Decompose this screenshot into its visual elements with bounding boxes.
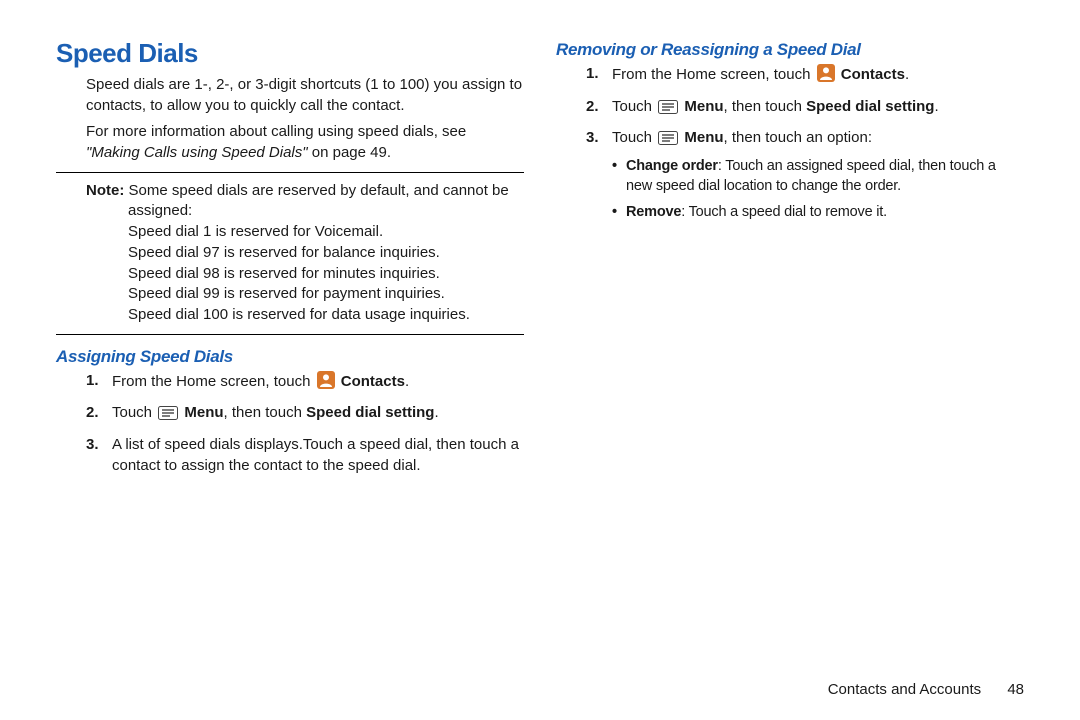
step-text: From the Home screen, touch: [612, 66, 815, 83]
footer-section: Contacts and Accounts: [828, 681, 981, 698]
two-column-layout: Speed Dials Speed dials are 1-, 2-, or 3…: [56, 38, 1024, 484]
contacts-icon: [817, 64, 835, 89]
step-item: Touch Menu, then touch Speed dial settin…: [86, 403, 524, 427]
menu-label: Menu: [184, 404, 223, 421]
bullet-text: : Touch a speed dial to remove it.: [681, 204, 887, 220]
intro-paragraph: Speed dials are 1-, 2-, or 3-digit short…: [86, 75, 524, 116]
crossref-lead: For more information about calling using…: [86, 123, 466, 140]
setting-label: Speed dial setting: [306, 404, 434, 421]
bullet-item: Remove: Touch a speed dial to remove it.: [612, 202, 1024, 222]
left-column: Speed Dials Speed dials are 1-, 2-, or 3…: [56, 38, 524, 484]
menu-icon: [658, 100, 678, 121]
menu-label: Menu: [684, 129, 723, 146]
step-mid: , then touch: [224, 404, 307, 421]
menu-icon: [158, 406, 178, 427]
note-line: Speed dial 98 is reserved for minutes in…: [56, 264, 524, 285]
step-tail: .: [905, 66, 909, 83]
bullet-label: Remove: [626, 204, 681, 220]
setting-label: Speed dial setting: [806, 98, 934, 115]
menu-icon: [658, 131, 678, 152]
note-line: Speed dial 1 is reserved for Voicemail.: [56, 222, 524, 243]
page-footer: Contacts and Accounts 48: [828, 681, 1024, 698]
contacts-label: Contacts: [841, 66, 905, 83]
steps-removing: From the Home screen, touch Contacts. To…: [556, 64, 1024, 222]
note-label: Note:: [86, 182, 124, 199]
step-item: Touch Menu, then touch an option: Change…: [586, 128, 1024, 222]
step-item: From the Home screen, touch Contacts.: [586, 64, 1024, 89]
step-tail: .: [405, 373, 409, 390]
step-item: A list of speed dials displays.Touch a s…: [86, 435, 524, 476]
step-text: Touch: [612, 129, 656, 146]
crossref-tail: on page 49.: [308, 144, 391, 161]
crossref-paragraph: For more information about calling using…: [86, 122, 524, 163]
option-bullets: Change order: Touch an assigned speed di…: [612, 156, 1024, 222]
note-block: Note: Some speed dials are reserved by d…: [56, 172, 524, 335]
page-number: 48: [1007, 681, 1024, 698]
page: Speed Dials Speed dials are 1-, 2-, or 3…: [0, 0, 1080, 720]
right-column: Removing or Reassigning a Speed Dial Fro…: [556, 38, 1024, 484]
bullet-item: Change order: Touch an assigned speed di…: [612, 156, 1024, 196]
step-item: From the Home screen, touch Contacts.: [86, 371, 524, 396]
menu-label: Menu: [684, 98, 723, 115]
note-line: Speed dial 100 is reserved for data usag…: [56, 305, 524, 326]
step-text: Touch: [612, 98, 656, 115]
step-tail: .: [434, 404, 438, 421]
note-first-line: Note: Some speed dials are reserved by d…: [56, 181, 524, 222]
step-item: Touch Menu, then touch Speed dial settin…: [586, 97, 1024, 121]
contacts-icon: [317, 371, 335, 396]
step-tail: , then touch an option:: [724, 129, 872, 146]
note-line: Speed dial 97 is reserved for balance in…: [56, 243, 524, 264]
crossref-link[interactable]: "Making Calls using Speed Dials": [86, 144, 308, 161]
step-mid: , then touch: [724, 98, 807, 115]
contacts-label: Contacts: [341, 373, 405, 390]
steps-assigning: From the Home screen, touch Contacts. To…: [56, 371, 524, 477]
step-text: A list of speed dials displays.Touch a s…: [112, 436, 519, 474]
section-heading: Speed Dials: [56, 38, 524, 69]
bullet-label: Change order: [626, 158, 718, 174]
subheading-assigning: Assigning Speed Dials: [56, 347, 524, 367]
subheading-removing: Removing or Reassigning a Speed Dial: [556, 40, 1024, 60]
note-line: Speed dial 99 is reserved for payment in…: [56, 284, 524, 305]
step-text: Touch: [112, 404, 156, 421]
step-tail: .: [934, 98, 938, 115]
step-text: From the Home screen, touch: [112, 373, 315, 390]
note-first-text: Some speed dials are reserved by default…: [124, 182, 508, 220]
